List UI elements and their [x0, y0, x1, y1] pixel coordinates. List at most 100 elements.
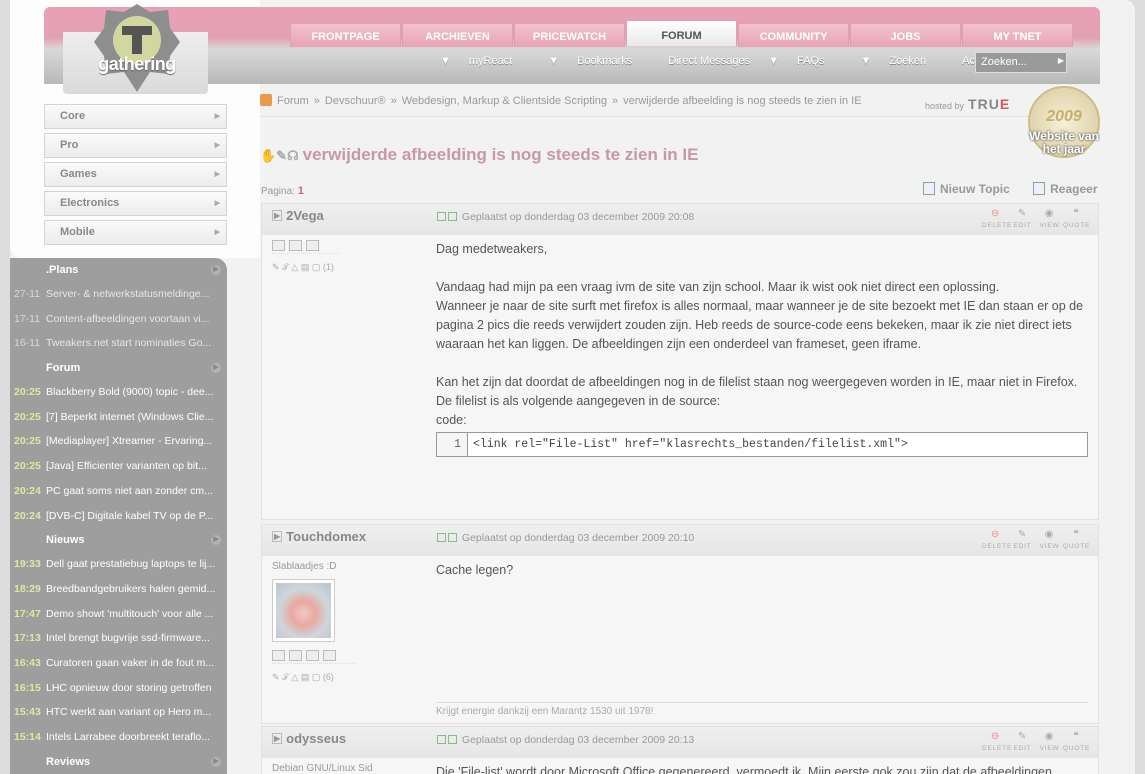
sidebar-item[interactable]: 18:29 Breedbandgebruikers halen gemid... — [10, 577, 227, 602]
users-icon[interactable] — [323, 650, 336, 661]
breadcrumb-devschuur[interactable]: Devschuur® — [325, 95, 386, 107]
sidebar-item[interactable]: 17:13 Intel brengt bugvrije ssd-firmware.… — [10, 626, 227, 651]
expand-icon[interactable]: ▶ — [211, 756, 221, 767]
tab-archieven[interactable]: ARCHIEVEN — [402, 23, 513, 47]
subnav-myreact[interactable]: ▼ myReact — [440, 55, 530, 67]
user-stats: ✎ 𝒯 △ ▤ ▢ (1) — [272, 262, 334, 272]
expand-icon[interactable]: ▶ — [211, 265, 221, 275]
search-input[interactable]: Zoeken... ▶ — [975, 52, 1067, 73]
menu-item-core[interactable]: Core ▶ — [44, 104, 227, 129]
edit-button[interactable]: ✎ EDIT — [1009, 207, 1036, 229]
hosted-by[interactable]: hosted by TRUE — [925, 96, 1010, 112]
chevron-right-icon: ▶ — [214, 171, 220, 178]
quote-button[interactable]: ❝ QUOTE — [1063, 730, 1090, 752]
view-button[interactable]: ◉ VIEW — [1036, 730, 1063, 752]
menu-item-games[interactable]: Games ▶ — [44, 162, 227, 187]
code-block[interactable]: 1 <link rel="File-List" href="klasrechts_… — [436, 432, 1088, 457]
post-author[interactable]: ▶ odysseus — [272, 731, 346, 746]
expand-icon[interactable]: ▶ — [272, 210, 283, 221]
user-icons — [272, 240, 340, 254]
sidebar-item[interactable]: 20:25 [Mediaplayer] Xtreamer - Ervaring..… — [10, 429, 227, 454]
sidebar-heading-forum[interactable]: Forum ▶ — [10, 356, 227, 380]
post-date: Geplaatst op donderdag 03 december 2009 … — [437, 532, 694, 544]
profile-icon[interactable] — [272, 650, 285, 661]
quote-button[interactable]: ❝ QUOTE — [1063, 207, 1090, 229]
profile-icon[interactable] — [272, 240, 285, 251]
sidebar-heading-plans[interactable]: .Plans ▶ — [10, 258, 227, 282]
menu-item-mobile[interactable]: Mobile ▶ — [44, 220, 227, 245]
subnav-zoeken[interactable]: ▼ Zoeken — [861, 55, 945, 67]
expand-icon[interactable]: ▶ — [211, 535, 221, 546]
forum-post: ▶ Touchdomex Geplaatst op donderdag 03 de… — [261, 524, 1099, 724]
dropdown-arrow-icon: ▼ — [440, 55, 451, 67]
reply-button[interactable]: Reageer — [1033, 182, 1107, 196]
chevron-right-icon: ▶ — [214, 200, 220, 207]
sidebar-item[interactable]: 27-11 Server- & netwerkstatusmeldinge... — [10, 282, 227, 307]
dropdown-arrow-icon: ▼ — [768, 55, 780, 67]
subnav-bookmarks[interactable]: ▼ Bookmarks — [548, 55, 650, 67]
tab-forum[interactable]: FORUM — [626, 20, 737, 46]
tab-my-tnet[interactable]: MY TNET — [962, 23, 1073, 47]
subnav-faqs[interactable]: ▼ FAQs — [768, 55, 842, 67]
sidebar-item[interactable]: 16-11 Tweakers.net start nominaties Go... — [10, 331, 227, 356]
post-author[interactable]: ▶ Touchdomex — [272, 529, 366, 544]
sidebar-item[interactable]: 20:24 PC gaat soms niet aan zonder cm... — [10, 479, 227, 504]
sidebar-item[interactable]: 20:25 [7] Beperkt internet (Windows Clie.… — [10, 405, 227, 430]
gathering-logo[interactable] — [92, 2, 182, 94]
expand-icon[interactable]: ▶ — [272, 531, 283, 542]
sidebar-heading-nieuws[interactable]: Nieuws ▶ — [10, 528, 227, 552]
picture-icon[interactable] — [289, 650, 302, 661]
menu-item-electronics[interactable]: Electronics ▶ — [44, 191, 227, 216]
expand-icon[interactable]: ▶ — [272, 733, 283, 744]
page-number[interactable]: 1 — [298, 185, 304, 197]
post-author[interactable]: ▶ 2Vega — [272, 208, 324, 223]
rss-icon[interactable] — [260, 94, 272, 106]
sidebar-item[interactable]: 15:43 HTC werkt aan variant op Hero m... — [10, 700, 227, 725]
sidebar-item[interactable]: 16:15 LHC opnieuw door storing getroffen — [10, 676, 227, 701]
delete-button[interactable]: ⊖ DELETE — [982, 528, 1011, 550]
news-sidebar: .Plans ▶ 27-11 Server- & netwerkstatusmeld… — [10, 258, 227, 774]
view-button[interactable]: ◉ VIEW — [1036, 528, 1063, 550]
tab-pricewatch[interactable]: PRICEWATCH — [514, 23, 625, 47]
picture-icon[interactable] — [289, 240, 302, 251]
signature: Krijgt energie dankzij een Marantz 1530 … — [436, 702, 1088, 717]
tab-community[interactable]: COMMUNITY — [738, 23, 849, 47]
avatar[interactable] — [272, 579, 335, 642]
sidebar-heading-reviews[interactable]: Reviews ▶ — [10, 750, 227, 774]
menu-item-pro[interactable]: Pro ▶ — [44, 133, 227, 158]
contact-icon[interactable] — [306, 650, 319, 661]
reply-icon — [1033, 182, 1046, 195]
sidebar-item[interactable]: 20:25 [Java] Efficienter varianten op bit… — [10, 454, 227, 479]
new-topic-button[interactable]: Nieuw Topic — [923, 182, 1020, 196]
user-icons — [272, 650, 356, 664]
sidebar-item[interactable]: 19:33 Dell gaat prestatiebug laptops te l… — [10, 552, 227, 577]
breadcrumb-webdesign[interactable]: Webdesign, Markup & Clientside Scripting — [402, 95, 607, 107]
expand-icon[interactable]: ▶ — [211, 363, 221, 374]
sidebar-item[interactable]: 20:25 Blackberry Bold (9000) topic - dee.… — [10, 380, 227, 405]
sidebar-item[interactable]: 20:24 [DVB-C] Digitale kabel TV op de P..… — [10, 504, 227, 529]
delete-button[interactable]: ⊖ DELETE — [982, 207, 1011, 229]
delete-icon: ⊖ — [990, 731, 1001, 742]
search-go-icon[interactable]: ▶ — [1058, 56, 1064, 65]
tab-jobs[interactable]: JOBS — [850, 23, 961, 47]
delete-button[interactable]: ⊖ DELETE — [982, 730, 1011, 752]
view-button[interactable]: ◉ VIEW — [1036, 207, 1063, 229]
new-topic-icon — [923, 182, 935, 195]
sidebar-item[interactable]: 17:47 Demo showt 'multitouch' voor alle .… — [10, 602, 227, 627]
tab-frontpage[interactable]: FRONTPAGE — [290, 23, 401, 47]
edit-button[interactable]: ✎ EDIT — [1009, 528, 1036, 550]
breadcrumb-forum[interactable]: Forum — [277, 95, 309, 107]
subnav-direct-messages[interactable]: Direct Messages — [668, 55, 750, 67]
divider — [260, 116, 1090, 117]
chevron-right-icon: ▶ — [214, 113, 220, 120]
post-icon — [437, 533, 446, 542]
sidebar-item[interactable]: 16:43 Curatoren gaan vaker in de fout m..… — [10, 651, 227, 676]
view-icon: ◉ — [1044, 731, 1055, 742]
contact-icon[interactable] — [306, 240, 319, 251]
post-icon — [448, 212, 457, 221]
sidebar-item[interactable]: 15:14 Intels Larrabee doorbreekt teraflo.… — [10, 725, 227, 750]
delete-icon: ⊖ — [990, 529, 1001, 540]
quote-button[interactable]: ❝ QUOTE — [1063, 528, 1090, 550]
edit-button[interactable]: ✎ EDIT — [1009, 730, 1036, 752]
sidebar-item[interactable]: 17-11 Content-afbeeldingen voortaan vi... — [10, 307, 227, 332]
